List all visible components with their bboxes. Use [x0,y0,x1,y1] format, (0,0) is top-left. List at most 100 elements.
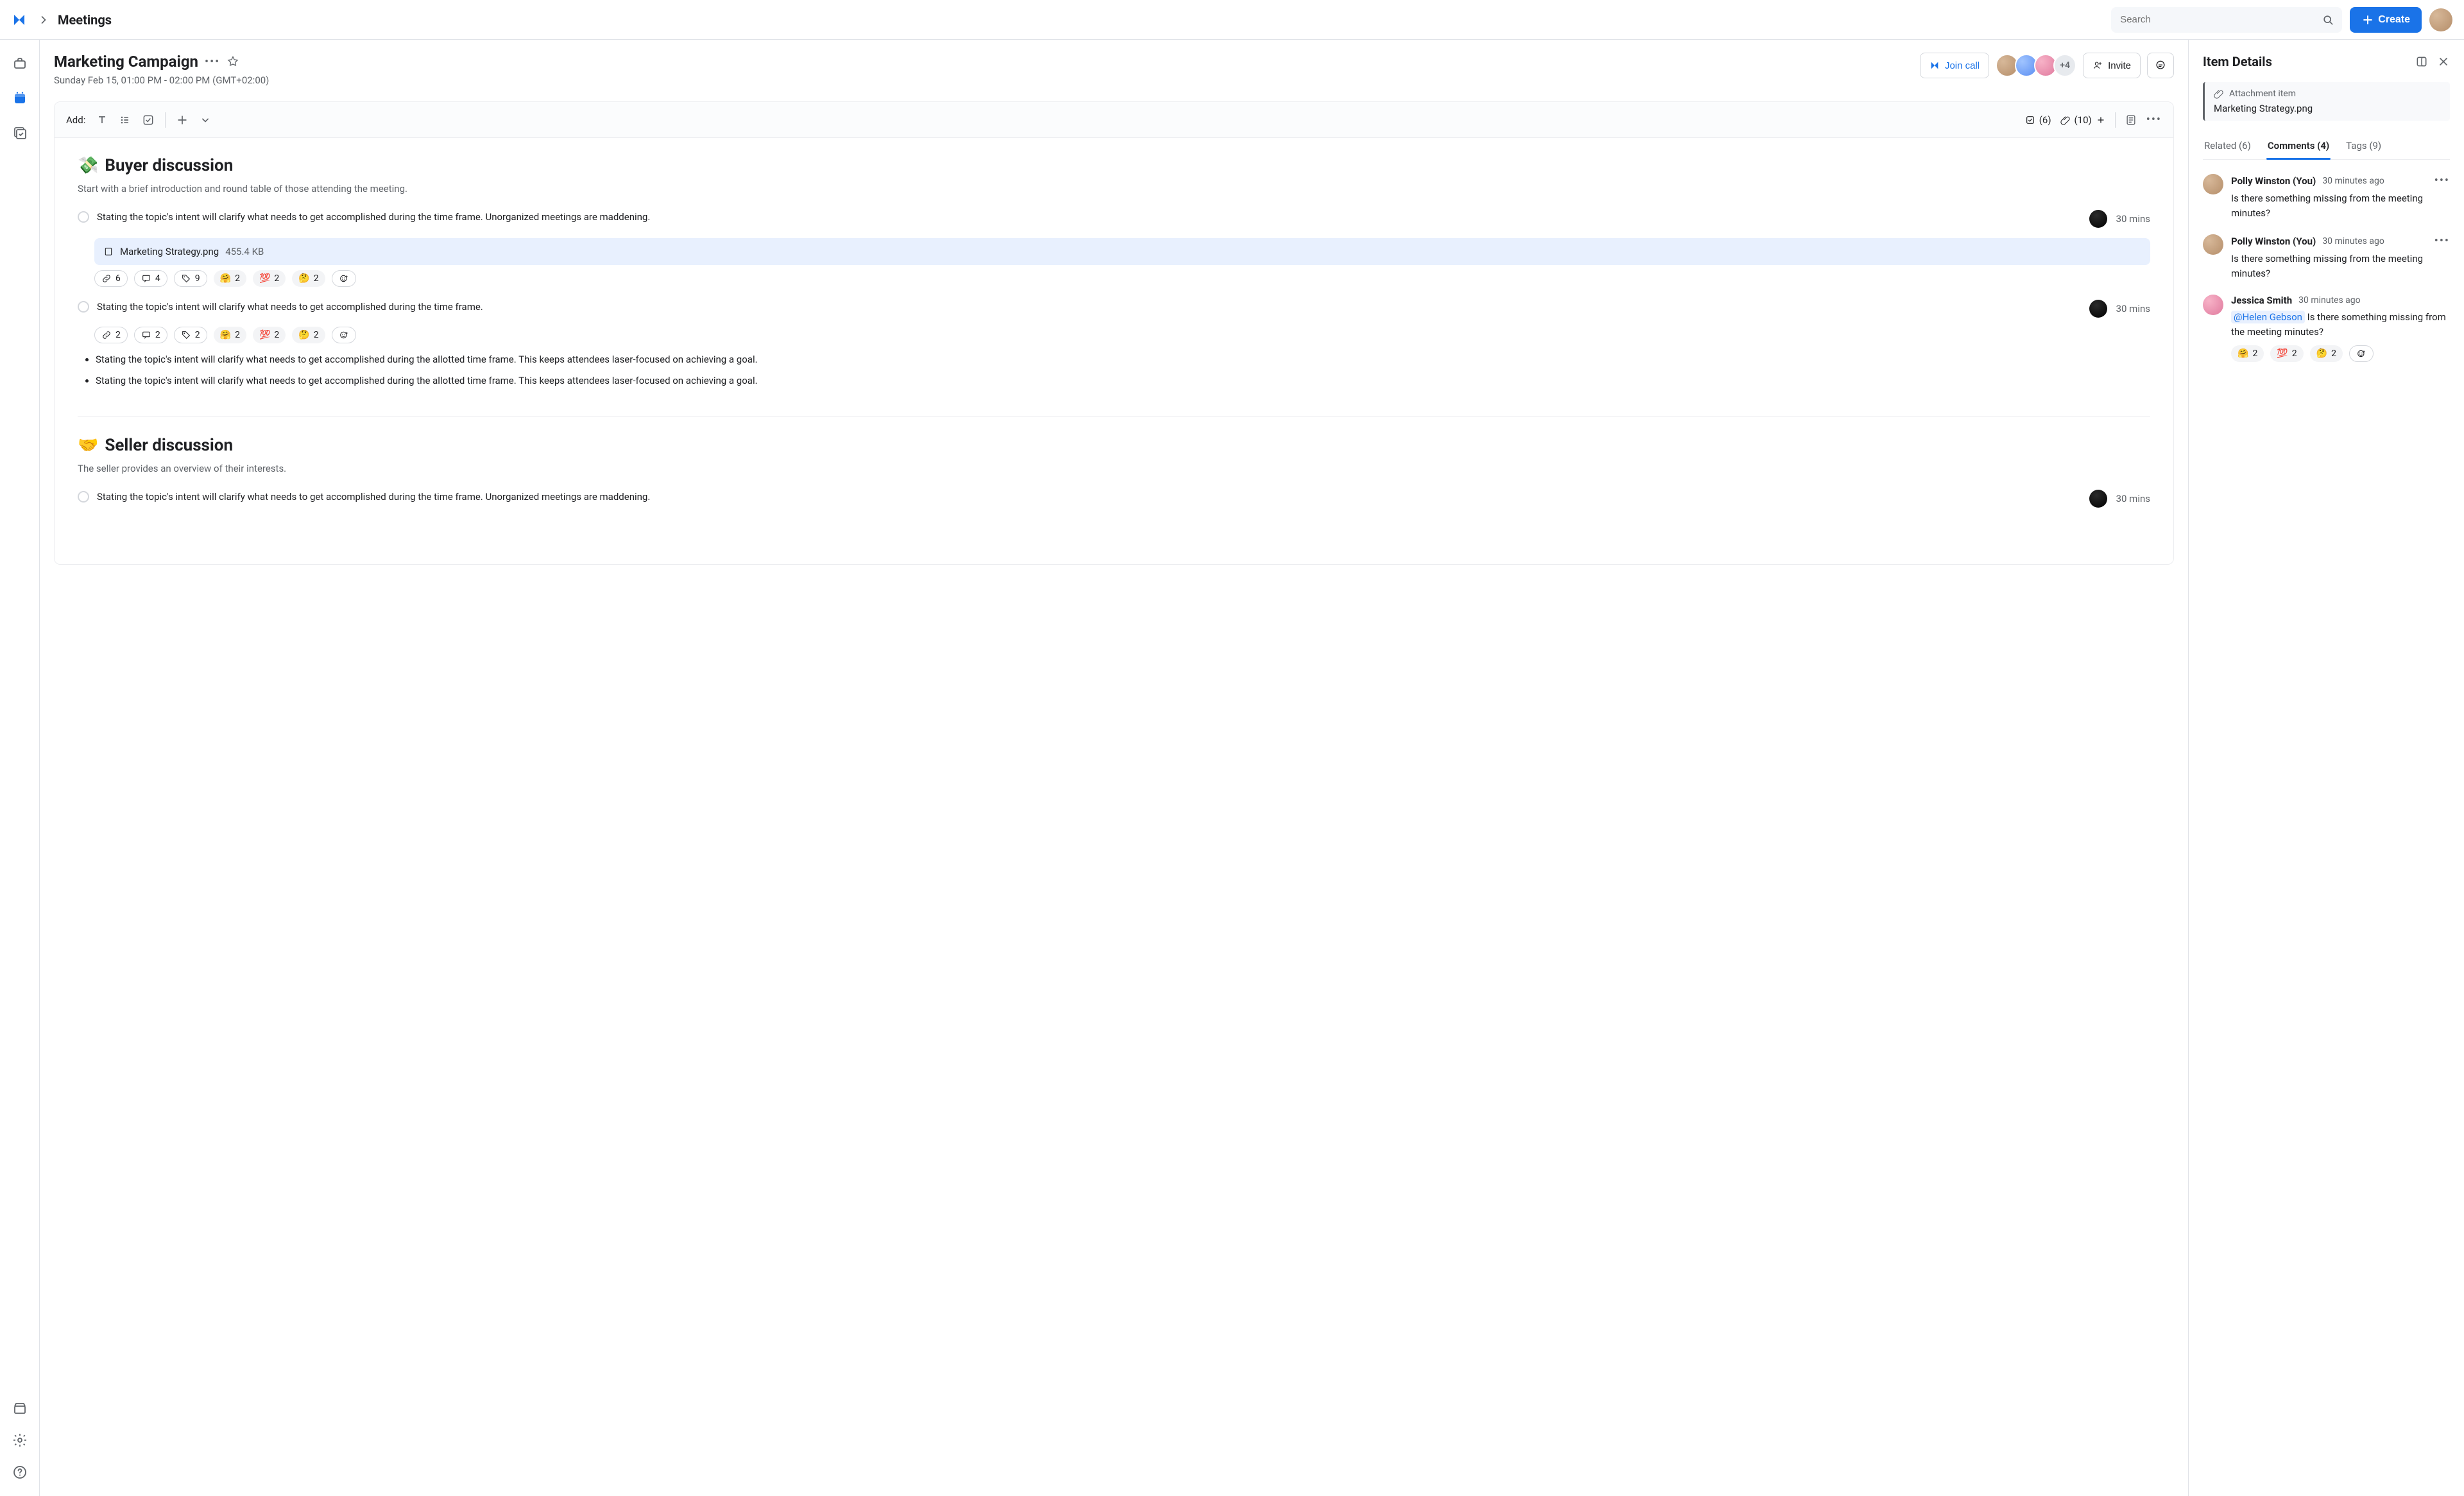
section-intro: The seller provides an overview of their… [78,463,2150,474]
attachment-item[interactable]: Marketing Strategy.png 455.4 KB [94,238,2150,265]
tab-tags[interactable]: Tags (9) [2345,135,2383,159]
page-title[interactable]: Meetings [58,12,112,28]
app-logo[interactable] [9,10,30,30]
toolbar-add-label: Add: [66,114,85,126]
search-input[interactable] [2111,7,2342,33]
assignee-avatar[interactable] [2089,210,2107,228]
comment-menu-icon[interactable]: ••• [2434,174,2450,187]
plus-icon [2361,13,2374,26]
paperclip-icon [2060,115,2071,125]
mention[interactable]: @Helen Gebson [2231,311,2305,323]
meeting-datetime: Sunday Feb 15, 01:00 PM - 02:00 PM (GMT+… [54,74,269,86]
search-icon [2322,13,2334,26]
toolbar-list-icon[interactable] [119,114,132,126]
chat-button[interactable] [2147,53,2174,78]
tab-comments[interactable]: Comments (4) [2266,135,2331,159]
chip-comment[interactable]: 4 [134,270,167,287]
toolbar-task-counter[interactable]: (6) [2025,114,2051,126]
tag-icon [181,330,191,340]
agenda-task[interactable]: Stating the topic's intent will clarify … [78,206,2150,232]
add-reaction-button[interactable] [2349,345,2374,362]
list-item: Stating the topic's intent will clarify … [96,374,2150,388]
chip-reaction[interactable]: 💯 2 [2270,345,2303,362]
comment-author: Jessica Smith [2231,295,2292,306]
task-checkbox[interactable] [78,301,89,313]
star-icon[interactable] [227,55,239,68]
comment-text: Is there something missing from the meet… [2231,252,2450,280]
comment-item: Polly Winston (You) 30 minutes ago ••• I… [2203,234,2450,280]
chip-link[interactable]: 2 [94,327,128,343]
chip-link[interactable]: 6 [94,270,128,287]
attachment-name: Marketing Strategy.png [2214,103,2441,114]
search-wrap [2111,7,2342,33]
toolbar-add-icon[interactable] [176,114,189,126]
agenda-panel: Add: (6) (10) [54,101,2174,565]
chip-tag[interactable]: 9 [174,270,207,287]
tag-icon [181,273,191,284]
comment-item: Polly Winston (You) 30 minutes ago ••• I… [2203,174,2450,220]
add-reaction-button[interactable] [332,327,356,343]
assignee-avatar[interactable] [2089,300,2107,318]
task-duration: 30 mins [2116,303,2150,314]
add-reaction-button[interactable] [332,270,356,287]
sidebar-item-calendar[interactable] [12,90,28,107]
agenda-toolbar: Add: (6) (10) [55,102,2173,138]
agenda-task[interactable]: Stating the topic's intent will clarify … [78,296,2150,322]
invite-button[interactable]: Invite [2083,53,2141,78]
toolbar-more-icon[interactable]: ••• [2146,113,2162,126]
sidebar-item-settings[interactable] [12,1432,28,1449]
chip-reaction[interactable]: 🤗 2 [2231,345,2264,362]
chat-icon [2154,59,2167,72]
attachment-label: Attachment item [2229,89,2296,99]
assignee-avatar[interactable] [2089,490,2107,508]
sidebar-item-help[interactable] [12,1464,28,1481]
reaction-row: 🤗 2 💯 2 🤔 2 [2231,345,2450,362]
sidebar-item-briefcase[interactable] [12,55,28,72]
chip-reaction[interactable]: 🤔 2 [292,270,325,287]
chip-reaction[interactable]: 🤗 2 [214,327,246,343]
toolbar-notes-icon[interactable] [2125,114,2137,126]
toolbar-checkbox-icon[interactable] [142,114,155,126]
chip-reaction[interactable]: 🤔 2 [2310,345,2343,362]
agenda-task[interactable]: Stating the topic's intent will clarify … [78,486,2150,512]
close-icon[interactable] [2437,55,2450,68]
comment-time: 30 minutes ago [2322,236,2384,246]
chip-reaction[interactable]: 🤗 2 [214,270,246,287]
expand-icon[interactable] [2415,55,2428,68]
task-text: Stating the topic's intent will clarify … [97,300,2073,314]
task-checkbox[interactable] [78,211,89,223]
sidebar-item-store[interactable] [12,1400,28,1416]
add-attach-icon[interactable] [2096,115,2106,125]
comment-author: Polly Winston (You) [2231,236,2316,247]
add-reaction-icon [339,273,349,284]
toolbar-dropdown-icon[interactable] [199,114,212,126]
section-intro: Start with a brief introduction and roun… [78,183,2150,194]
sidebar-item-tasks[interactable] [12,125,28,141]
task-checkbox[interactable] [78,491,89,503]
attendee-more[interactable]: +4 [2053,54,2076,77]
chip-tag[interactable]: 2 [174,327,207,343]
link-icon [101,330,112,340]
user-avatar[interactable] [2429,8,2452,31]
join-call-button[interactable]: Join call [1920,53,1989,78]
section-emoji: 🤝 [78,436,98,455]
comment-avatar[interactable] [2203,295,2223,315]
chip-row: 6 4 9 🤗 2 💯 2 🤔 2 [94,270,2150,287]
comment-avatar[interactable] [2203,234,2223,255]
comment-menu-icon[interactable]: ••• [2434,234,2450,248]
link-icon [101,273,112,284]
chip-reaction[interactable]: 🤔 2 [292,327,325,343]
details-attachment-card[interactable]: Attachment item Marketing Strategy.png [2203,82,2450,121]
create-button[interactable]: Create [2350,7,2422,33]
chip-comment[interactable]: 2 [134,327,167,343]
comment-avatar[interactable] [2203,174,2223,194]
toolbar-attach-counter[interactable]: (10) [2060,114,2106,126]
add-reaction-icon [2356,348,2366,359]
tab-related[interactable]: Related (6) [2203,135,2252,159]
chip-reaction[interactable]: 💯 2 [253,270,286,287]
file-icon [103,246,114,257]
toolbar-text-icon[interactable] [96,114,108,126]
chip-reaction[interactable]: 💯 2 [253,327,286,343]
section-title-text: Seller discussion [105,436,233,455]
more-options-icon[interactable]: ••• [205,55,220,69]
